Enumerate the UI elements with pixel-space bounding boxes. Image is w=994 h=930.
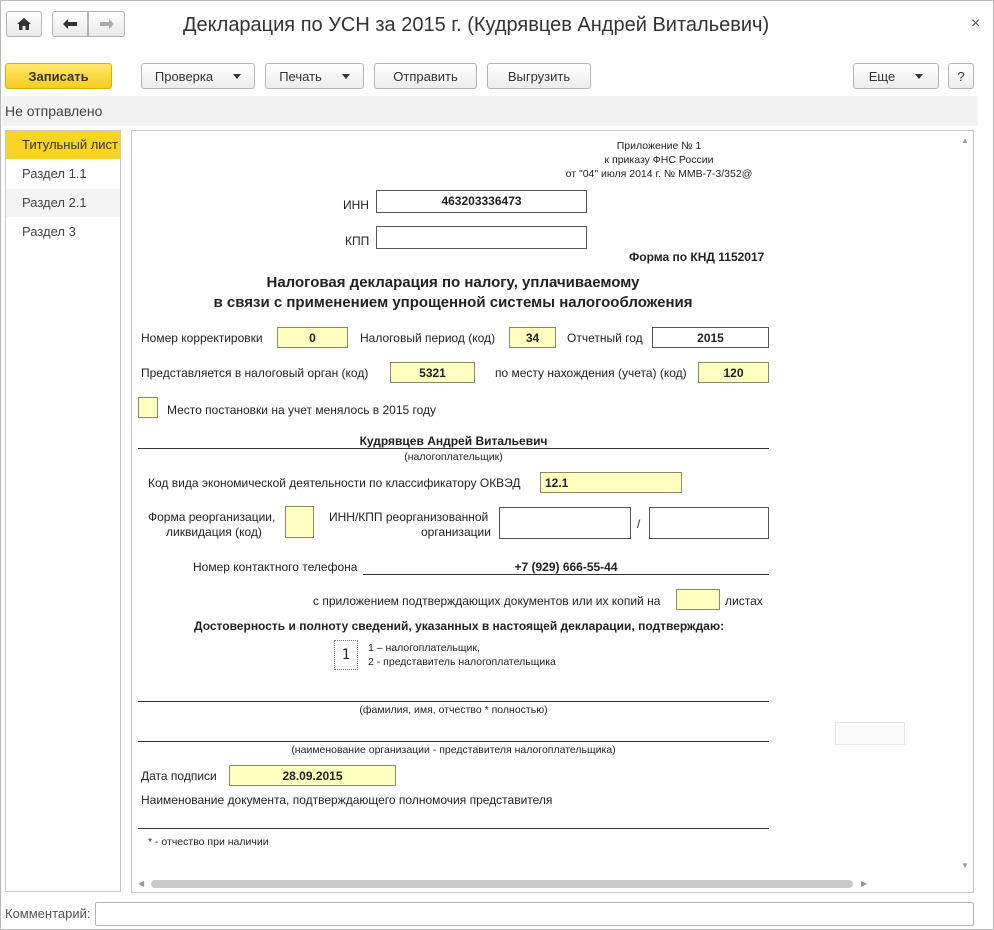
report-year-label: Отчетный год [567, 331, 643, 345]
home-button[interactable] [6, 11, 42, 37]
sidebar-item-section-1-1[interactable]: Раздел 1.1 [6, 160, 120, 188]
declaration-heading-1: Налоговая декларация по налогу, уплачива… [266, 274, 640, 291]
kpp-field[interactable] [376, 226, 587, 249]
footnote: * - отчество при наличии [148, 836, 269, 848]
sidebar-item-title-page[interactable]: Титульный лист [6, 131, 120, 159]
sign-date-label: Дата подписи [141, 769, 217, 783]
phone-label: Номер контактного телефона [193, 560, 358, 574]
tax-authority-field[interactable]: 5321 [390, 362, 475, 383]
arrow-left-icon [63, 19, 77, 29]
signer-option-2: 2 - представитель налогоплательщика [368, 656, 556, 668]
sidebar-item-section-2-1[interactable]: Раздел 2.1 [6, 189, 120, 217]
okved-label: Код вида экономической деятельности по к… [148, 476, 521, 490]
home-icon [17, 18, 31, 30]
representative-document-label: Наименование документа, подтверждающего … [141, 793, 553, 807]
location-code-label: по месту нахождения (учета) (код) [495, 366, 687, 380]
phone-value[interactable]: +7 (929) 666-55-44 [363, 560, 769, 574]
divider [363, 574, 769, 575]
sheets-label: листах [725, 594, 763, 608]
upload-button[interactable]: Выгрузить [487, 63, 591, 89]
scroll-up-icon[interactable]: ▲ [961, 136, 969, 145]
more-button[interactable]: Еще [853, 63, 939, 89]
fio-caption: (фамилия, имя, отчество * полностью) [359, 704, 548, 716]
upload-button-label: Выгрузить [507, 68, 571, 84]
horizontal-scrollbar[interactable] [151, 880, 853, 888]
inn-field[interactable]: 463203336473 [376, 190, 587, 213]
tax-period-field[interactable]: 34 [509, 327, 556, 348]
divider [138, 448, 769, 449]
print-button-label: Печать [279, 68, 322, 84]
organization-caption: (наименование организации - представител… [291, 744, 616, 756]
reorg-form-field[interactable] [285, 506, 314, 538]
divider [138, 701, 769, 702]
send-button-label: Отправить [393, 68, 458, 84]
divider [138, 741, 769, 742]
appendix-line-1: Приложение № 1 [616, 140, 702, 152]
confirmation-heading: Достоверность и полноту сведений, указан… [194, 619, 725, 633]
scroll-left-icon[interactable]: ◀ [138, 879, 144, 888]
chevron-down-icon [915, 73, 924, 79]
location-code-field[interactable]: 120 [698, 362, 769, 383]
correction-number-field[interactable]: 0 [277, 327, 348, 348]
sidebar-item-section-3[interactable]: Раздел 3 [6, 218, 120, 246]
chevron-down-icon [233, 73, 242, 79]
section-list: Титульный лист Раздел 1.1 Раздел 2.1 Раз… [5, 130, 121, 892]
registration-changed-label: Место постановки на учет менялось в 2015… [167, 403, 437, 417]
send-button[interactable]: Отправить [374, 63, 477, 89]
check-button[interactable]: Проверка [141, 63, 255, 89]
reorg-form-label-1: Форма реорганизации, [148, 510, 276, 524]
knd-form-code: Форма по КНД 1152017 [629, 250, 765, 264]
divider [138, 828, 769, 829]
appendix-line-2: к приказу ФНС России [604, 154, 714, 166]
sign-date-field[interactable]: 28.09.2015 [229, 765, 396, 786]
kpp-label: КПП [345, 234, 370, 248]
reorg-inn-field[interactable] [499, 507, 631, 539]
taxpayer-name: Кудрявцев Андрей Витальевич [359, 434, 548, 448]
appendix-line-3: от "04" июля 2014 г. № ММВ-7-3/352@ [565, 168, 753, 180]
declaration-heading-2: в связи с применением упрощенной системы… [213, 294, 693, 311]
save-button[interactable]: Записать [5, 63, 112, 89]
signature-placeholder [835, 722, 905, 745]
taxpayer-caption: (налогоплательщик) [404, 451, 503, 463]
inn-label: ИНН [343, 198, 369, 212]
print-button[interactable]: Печать [265, 63, 364, 89]
okved-field[interactable]: 12.1 [540, 472, 682, 493]
attachments-label: с приложением подтверждающих документов … [313, 594, 661, 608]
reorg-inn-label-2: организации [421, 525, 491, 539]
report-year-field[interactable]: 2015 [652, 327, 769, 348]
help-button[interactable]: ? [948, 63, 974, 89]
save-button-label: Записать [28, 68, 89, 84]
back-button[interactable] [52, 11, 88, 37]
signer-code-field[interactable]: 1 [334, 640, 358, 670]
registration-changed-checkbox[interactable] [138, 397, 158, 418]
comment-label: Комментарий: [5, 906, 91, 921]
status-bar: Не отправлено [2, 96, 978, 126]
status-text: Не отправлено [5, 103, 103, 119]
tax-authority-label: Представляется в налоговый орган (код) [141, 366, 369, 380]
reorg-inn-label-1: ИНН/КПП реорганизованной [329, 510, 489, 524]
comment-input[interactable] [95, 902, 974, 926]
scroll-down-icon[interactable]: ▼ [961, 861, 969, 870]
chevron-down-icon [341, 73, 350, 79]
help-button-label: ? [957, 68, 965, 84]
forward-button[interactable] [88, 11, 125, 37]
reorg-kpp-field[interactable] [649, 507, 769, 539]
signer-option-1: 1 – налогоплательщик, [368, 642, 480, 654]
window-title: Декларация по УСН за 2015 г. (Кудрявцев … [183, 14, 770, 36]
scroll-right-icon[interactable]: ▶ [861, 879, 867, 888]
close-icon[interactable]: × [971, 15, 980, 33]
inn-kpp-separator: / [637, 517, 641, 531]
more-button-label: Еще [868, 68, 896, 84]
correction-number-label: Номер корректировки [141, 331, 263, 345]
reorg-form-label-2: ликвидация (код) [166, 525, 262, 539]
attachment-sheets-field[interactable] [676, 589, 720, 610]
declaration-window: Декларация по УСН за 2015 г. (Кудрявцев … [0, 0, 994, 930]
tax-period-label: Налоговый период (код) [360, 331, 496, 345]
arrow-right-icon [99, 19, 114, 29]
check-button-label: Проверка [154, 68, 214, 84]
